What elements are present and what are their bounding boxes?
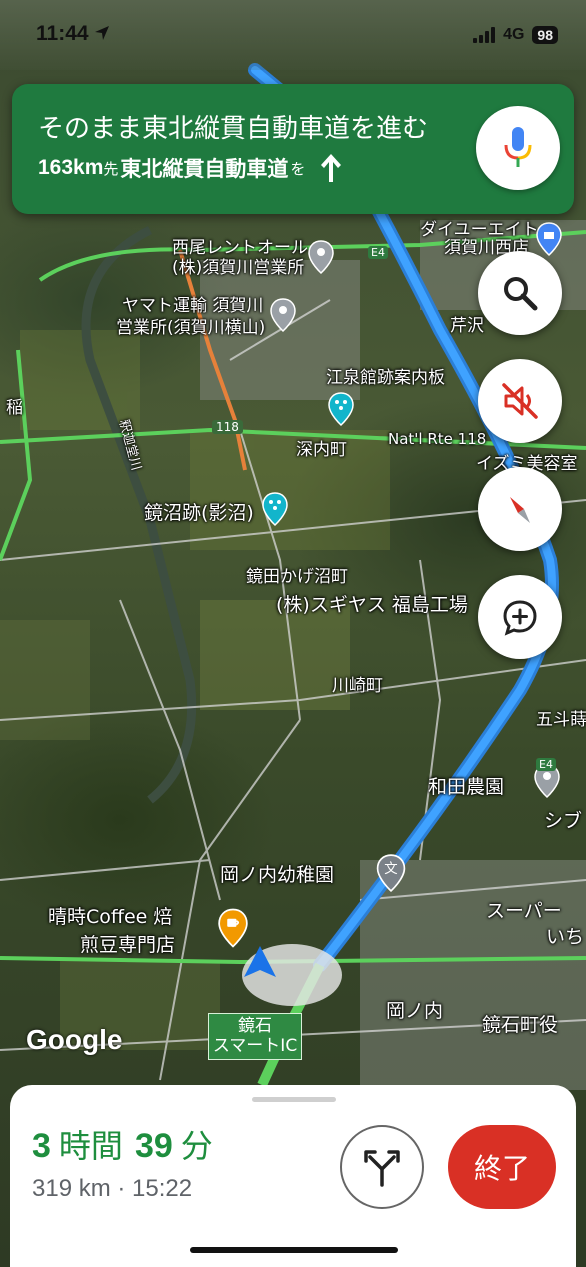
map-pin-icon[interactable]: [270, 298, 296, 332]
exit-label: 鏡石 スマートIC: [208, 1013, 302, 1060]
map-label: 西尾レントオール: [172, 238, 308, 258]
map-label: 川崎町: [332, 676, 383, 696]
voice-search-button[interactable]: [476, 106, 560, 190]
exit-navigation-button[interactable]: 終了: [448, 1125, 556, 1209]
map-label: 鏡沼跡(影沼): [144, 502, 254, 524]
remaining-time: 3 時間 39 分: [32, 1121, 225, 1167]
next-suffix: 先: [103, 159, 119, 178]
alternate-routes-icon: [364, 1150, 400, 1187]
search-icon: [504, 277, 538, 311]
status-icons: 4G 98: [473, 26, 558, 44]
mute-button[interactable]: [478, 359, 562, 443]
navigation-puck[interactable]: [242, 944, 342, 1006]
school-pin-icon[interactable]: 文: [376, 854, 406, 892]
map-label: シブ: [544, 810, 583, 832]
map-pin-icon[interactable]: [308, 240, 334, 274]
map-label: 和田農園: [428, 776, 505, 798]
route-shield: 118: [212, 420, 243, 435]
svg-text:文: 文: [384, 861, 397, 877]
map-label: いち: [546, 926, 585, 948]
location-arrow-icon: [95, 26, 110, 40]
map-label: 晴時Coffee 焙: [48, 906, 173, 928]
map-label: 五斗蒔: [536, 710, 586, 730]
hours-value: 3: [32, 1127, 51, 1165]
map-label: 岡ノ内: [386, 1000, 444, 1022]
map-label: 煎豆専門店: [80, 934, 176, 956]
shop-pin-icon[interactable]: [536, 222, 562, 256]
next-particle: を: [290, 159, 306, 178]
map-label: スーパー: [486, 900, 562, 922]
battery-level: 98: [532, 26, 558, 44]
straight-arrow-icon: [321, 154, 342, 182]
exit-type: スマートIC: [212, 1036, 298, 1057]
nav-instruction: そのまま東北縦貫自動車道を進む: [38, 114, 429, 144]
sheet-handle[interactable]: [252, 1097, 336, 1102]
alternate-routes-button[interactable]: [340, 1125, 424, 1209]
map-label: (株)スギヤス 福島工場: [276, 594, 468, 616]
minutes-value: 39: [134, 1127, 173, 1165]
status-time: 11:44: [36, 22, 110, 46]
landmark-pin-icon[interactable]: [328, 392, 354, 426]
compass-button[interactable]: [478, 467, 562, 551]
next-distance: 163km: [38, 156, 104, 179]
map-label: 江泉館跡案内板: [326, 368, 445, 388]
hours-unit: 時間: [58, 1127, 123, 1165]
next-step: 163km 先 東北縦貫自動車道 を: [38, 152, 343, 184]
landmark-pin-icon[interactable]: [262, 492, 288, 526]
compass-icon: [510, 497, 530, 523]
map-label: 岡ノ内幼稚園: [220, 864, 335, 886]
map-label: 深内町: [296, 440, 347, 460]
add-report-button[interactable]: [478, 575, 562, 659]
navigation-banner[interactable]: そのまま東北縦貫自動車道を進む 163km 先 東北縦貫自動車道 を: [12, 84, 574, 214]
network-type: 4G: [503, 26, 525, 43]
search-button[interactable]: [478, 251, 562, 335]
navigation-puck-icon: [244, 946, 276, 977]
next-road: 東北縦貫自動車道: [120, 157, 289, 181]
map-label: ヤマト運輸 須賀川: [122, 296, 264, 316]
map-label: 芹沢: [450, 316, 484, 336]
route-shield: E4: [368, 246, 388, 260]
add-report-icon: [503, 600, 537, 636]
google-logo: Google: [26, 1024, 123, 1055]
minutes-unit: 分: [180, 1127, 213, 1165]
exit-name: 鏡石: [238, 1016, 272, 1036]
distance-arrival: 319 km · 15:22: [32, 1175, 193, 1202]
signal-icon: [473, 27, 496, 43]
map-label: 鏡石町役: [482, 1014, 559, 1036]
map-label: 営業所(須賀川横山): [116, 318, 266, 338]
road-label: Nat'l Rte 118: [388, 430, 487, 448]
map-label: 鏡田かげ沼町: [246, 567, 348, 587]
sound-off-icon: [502, 383, 538, 419]
trip-summary-sheet[interactable]: 3 時間 39 分 319 km · 15:22 終了: [10, 1085, 576, 1267]
clock: 11:44: [36, 22, 89, 45]
status-bar: 11:44 4G 98: [0, 0, 586, 70]
mic-icon: [504, 127, 532, 167]
cafe-pin-icon[interactable]: [218, 908, 248, 948]
map-label: (株)須賀川営業所: [172, 258, 305, 278]
map-label: 稲: [6, 398, 23, 418]
home-indicator[interactable]: [190, 1247, 398, 1253]
route-shield: E4: [536, 758, 556, 772]
